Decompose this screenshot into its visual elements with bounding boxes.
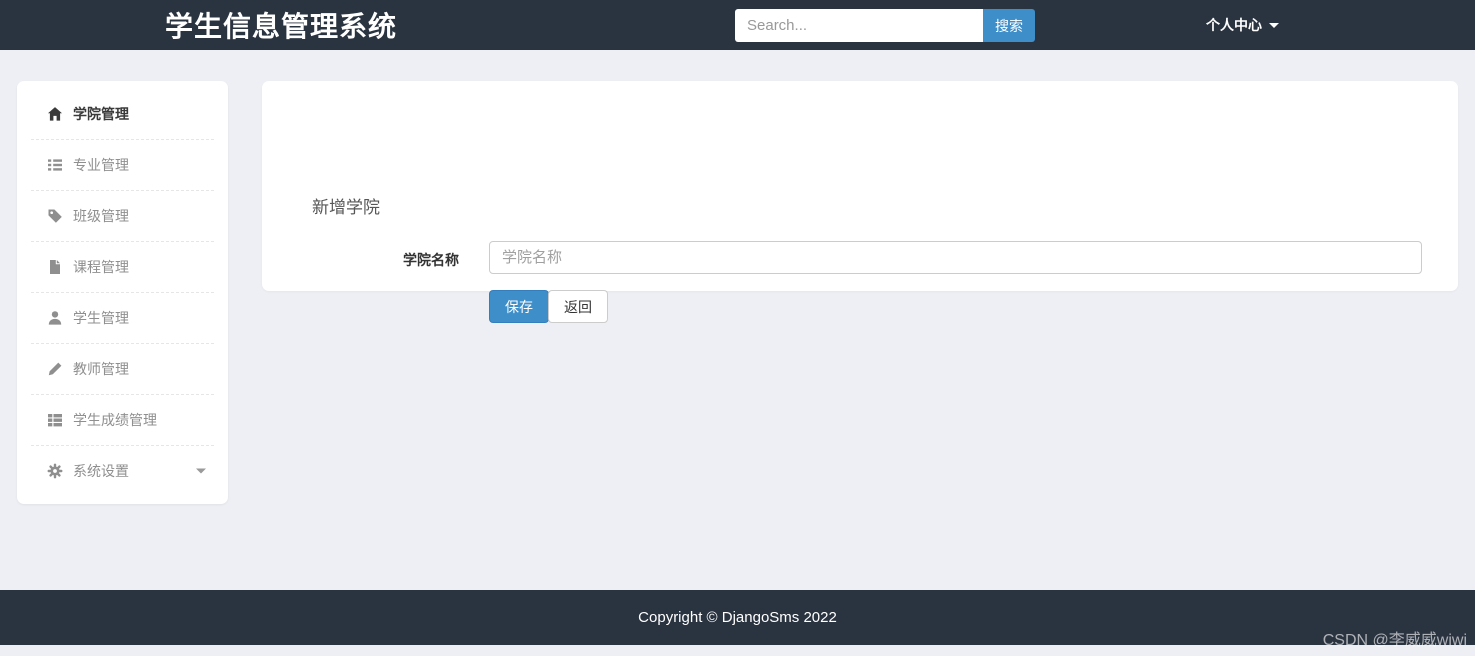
sidebar-item-course-management[interactable]: 课程管理 — [17, 242, 228, 292]
sidebar-item-major-management[interactable]: 专业管理 — [17, 140, 228, 190]
sidebar-item-label: 学院管理 — [73, 106, 129, 122]
pencil-icon — [47, 361, 63, 377]
sidebar-item-label: 学生成绩管理 — [73, 412, 157, 428]
copyright-text: Copyright © DjangoSms 2022 — [638, 609, 837, 626]
search-input[interactable] — [735, 9, 983, 42]
sidebar-item-class-management[interactable]: 班级管理 — [17, 191, 228, 241]
sidebar-item-grade-management[interactable]: 学生成绩管理 — [17, 395, 228, 445]
sidebar-item-student-management[interactable]: 学生管理 — [17, 293, 228, 343]
sidebar-item-label: 课程管理 — [73, 259, 129, 275]
back-button[interactable]: 返回 — [548, 290, 608, 323]
sidebar-item-teacher-management[interactable]: 教师管理 — [17, 344, 228, 394]
home-icon — [47, 106, 63, 122]
user-icon — [47, 310, 63, 326]
caret-down-icon — [1269, 22, 1279, 28]
search-button[interactable]: 搜索 — [983, 9, 1035, 42]
user-menu-label: 个人中心 — [1206, 17, 1262, 33]
sidebar-item-label: 系统设置 — [73, 463, 129, 479]
user-menu-dropdown[interactable]: 个人中心 — [1206, 0, 1279, 50]
sidebar-item-college-management[interactable]: 学院管理 — [17, 89, 228, 139]
sidebar-item-label: 学生管理 — [73, 310, 129, 326]
sidebar-item-system-settings[interactable]: 系统设置 — [17, 446, 228, 496]
sidebar-item-label: 教师管理 — [73, 361, 129, 377]
th-list-icon — [47, 412, 63, 428]
tag-icon — [47, 208, 63, 224]
college-name-label: 学院名称 — [403, 252, 459, 268]
caret-down-icon — [196, 468, 206, 474]
watermark: CSDN @李威威wiwi — [1322, 632, 1467, 649]
sidebar-item-label: 专业管理 — [73, 157, 129, 173]
sidebar: 学院管理 专业管理 班级管理 课程管理 学生管理 教师管理 学生成绩管理 系统设… — [17, 81, 228, 504]
panel-title: 新增学院 — [312, 198, 380, 217]
sidebar-item-label: 班级管理 — [73, 208, 129, 224]
save-button[interactable]: 保存 — [489, 290, 549, 323]
footer: Copyright © DjangoSms 2022 — [0, 590, 1475, 645]
content-panel: 新增学院 学院名称 保存 返回 — [262, 81, 1458, 323]
navbar-search: 搜索 — [735, 9, 1035, 42]
list-icon — [47, 157, 63, 173]
gear-icon — [47, 463, 63, 479]
app-title: 学生信息管理系统 — [165, 11, 398, 42]
top-navbar: 学生信息管理系统 搜索 个人中心 — [0, 0, 1475, 50]
file-icon — [47, 259, 63, 275]
college-name-input[interactable] — [489, 241, 1422, 274]
